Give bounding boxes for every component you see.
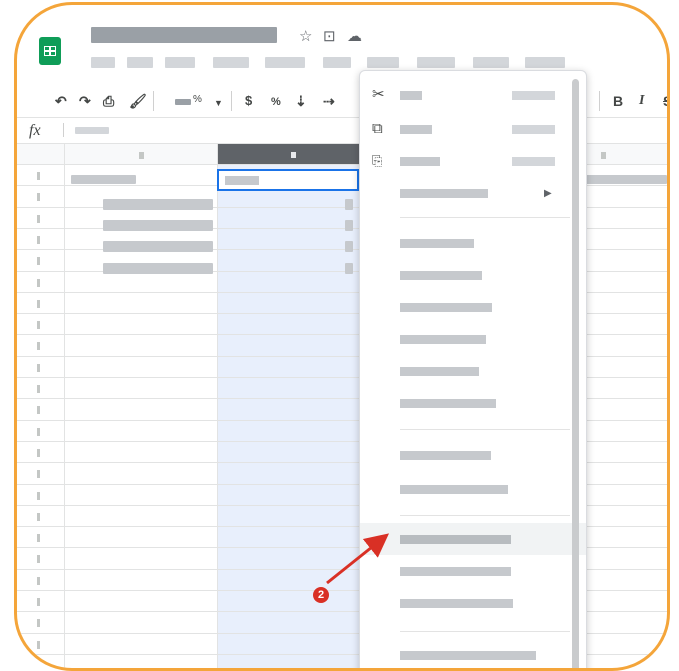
step-badge: 2 <box>313 587 329 603</box>
screenshot-frame: ☆ ⊡ ☁ ↶ ↷ ⎙ 🖌 % ▼ $ % ⇣ ⇢ B I S fx <box>14 2 670 671</box>
annotation-arrow <box>326 533 390 585</box>
step-number: 2 <box>317 589 325 601</box>
